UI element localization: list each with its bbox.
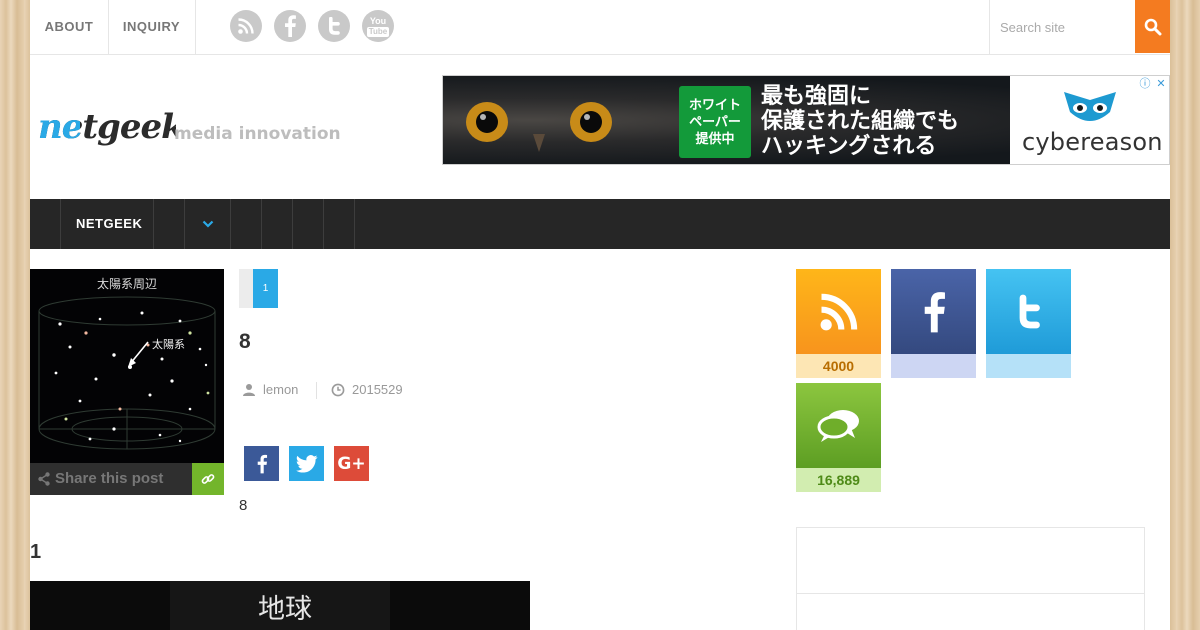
copy-link-button[interactable] bbox=[192, 463, 224, 495]
nav-divider bbox=[60, 199, 61, 249]
nav-divider bbox=[261, 199, 262, 249]
nav-link-inquiry[interactable]: INQUIRY bbox=[108, 0, 196, 54]
post-author[interactable]: lemon bbox=[263, 382, 298, 397]
clock-icon bbox=[331, 383, 345, 397]
link-icon bbox=[201, 474, 215, 484]
facebook-like-count bbox=[891, 354, 976, 378]
owl-image bbox=[466, 102, 612, 152]
thumbnail-arrow-label: 太陽系 bbox=[152, 338, 185, 351]
share-twitter-button[interactable] bbox=[289, 446, 324, 481]
youtube-icon-text-top: You bbox=[369, 15, 387, 26]
user-icon bbox=[243, 384, 255, 396]
comment-count: 16,889 bbox=[796, 468, 881, 492]
rss-icon[interactable] bbox=[230, 10, 262, 42]
search-button[interactable] bbox=[1135, 0, 1170, 53]
twitter-follower-count bbox=[986, 354, 1071, 378]
sidebar-widget-box bbox=[796, 527, 1145, 630]
sidebar-twitter-tile[interactable] bbox=[986, 269, 1071, 378]
page: ABOUT INQUIRY You Tube netgeek netgeek m… bbox=[30, 0, 1170, 630]
ad-headline-line: 保護された組織でも bbox=[761, 109, 960, 134]
nav-divider bbox=[323, 199, 324, 249]
youtube-icon-text-bottom: Tube bbox=[366, 26, 390, 37]
ad-badge-line: ペーパー bbox=[689, 114, 741, 130]
ad-badge: ホワイト ペーパー 提供中 bbox=[679, 86, 751, 158]
ad-headline-line: ハッキングされる bbox=[761, 134, 937, 159]
share-bar[interactable]: Share this post bbox=[30, 463, 224, 495]
chevron-down-icon bbox=[202, 220, 213, 228]
ad-info-icon[interactable]: ⓘ bbox=[1138, 77, 1152, 91]
nav-item-netgeek[interactable]: NETGEEK bbox=[76, 199, 142, 249]
facebook-icon bbox=[257, 454, 267, 473]
pagination-prev[interactable] bbox=[239, 269, 253, 308]
earth-image: 地球 bbox=[30, 581, 530, 630]
comments-icon bbox=[796, 383, 881, 468]
meta-divider bbox=[316, 382, 317, 399]
youtube-icon[interactable]: You Tube bbox=[362, 10, 394, 42]
facebook-icon[interactable] bbox=[274, 10, 306, 42]
google-plus-icon: G+ bbox=[337, 453, 366, 474]
ad-headline: 最も強固に 保護された組織でも ハッキングされる bbox=[761, 84, 959, 159]
ad-badge-line: ホワイト bbox=[688, 97, 741, 113]
post-thumbnail[interactable]: 太陽系周辺 太陽系 Share this post bbox=[30, 269, 224, 495]
facebook-icon bbox=[891, 269, 976, 354]
rss-icon bbox=[796, 269, 881, 354]
nav-link-about[interactable]: ABOUT bbox=[30, 0, 109, 54]
nav-divider bbox=[354, 199, 355, 249]
sidebar-widget-divider bbox=[797, 593, 1144, 594]
nav-divider bbox=[153, 199, 154, 249]
ad-brand-box: cybereason ⓘ ✕ bbox=[1010, 76, 1169, 164]
earth-image-caption: 地球 bbox=[258, 594, 312, 625]
twitter-bird-icon bbox=[295, 454, 317, 473]
ad-banner[interactable]: ホワイト ペーパー 提供中 最も強固に 保護された組織でも ハッキングされる c… bbox=[442, 75, 1170, 165]
rss-subscriber-count: 4000 bbox=[796, 354, 881, 378]
ad-headline-line: 最も強固に bbox=[761, 84, 872, 109]
sidebar-rss-tile[interactable]: 4000 bbox=[796, 269, 881, 378]
nav-divider bbox=[292, 199, 293, 249]
twitter-icon[interactable] bbox=[318, 10, 350, 42]
site-tagline: media innovation bbox=[174, 124, 341, 144]
thumbnail-title: 太陽系周辺 bbox=[96, 277, 157, 291]
pagination-page-1[interactable]: 1 bbox=[253, 269, 278, 308]
post-date: 2015529 bbox=[352, 382, 403, 397]
sidebar-facebook-tile[interactable] bbox=[891, 269, 976, 378]
ad-badge-line: 提供中 bbox=[695, 131, 735, 147]
sidebar-comments-tile[interactable]: 16,889 bbox=[796, 383, 881, 492]
share-googleplus-button[interactable]: G+ bbox=[334, 446, 369, 481]
twitter-icon bbox=[986, 269, 1071, 354]
post-excerpt: 8 bbox=[239, 497, 248, 514]
share-facebook-button[interactable] bbox=[244, 446, 279, 481]
cybereason-owl-icon bbox=[1064, 92, 1116, 121]
search-input[interactable] bbox=[989, 0, 1135, 54]
nav-divider bbox=[230, 199, 231, 249]
ad-brand-name: cybereason bbox=[1022, 128, 1163, 156]
share-label: Share this post bbox=[55, 470, 164, 487]
post-title[interactable]: 8 bbox=[239, 330, 251, 354]
star-map-image bbox=[30, 269, 224, 463]
top-bar: ABOUT INQUIRY You Tube bbox=[30, 0, 1170, 55]
section-heading: 1 bbox=[30, 541, 42, 563]
share-icon bbox=[38, 472, 50, 486]
nav-dropdown[interactable] bbox=[185, 199, 230, 249]
search-icon bbox=[1144, 18, 1161, 35]
ad-close-icon[interactable]: ✕ bbox=[1154, 77, 1168, 91]
main-nav: NETGEEK bbox=[30, 199, 1170, 249]
site-logo[interactable]: netgeek netgeek bbox=[36, 100, 185, 158]
